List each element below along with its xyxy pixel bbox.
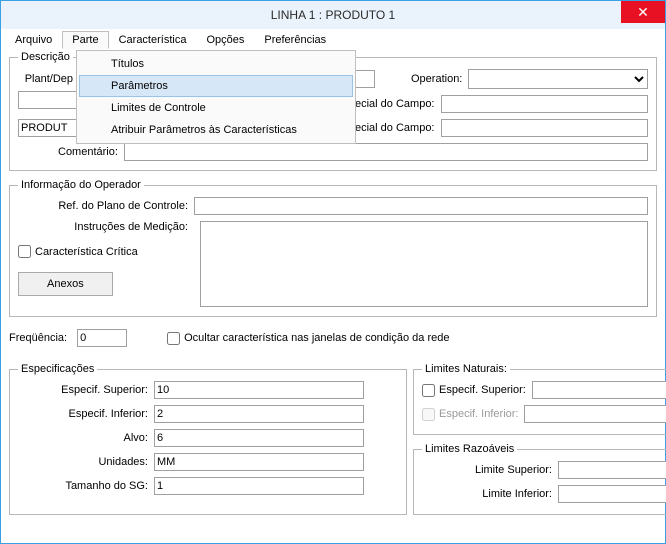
input-raz-inf[interactable] [558, 485, 666, 503]
close-button[interactable]: ✕ [621, 1, 665, 23]
legend-operador: Informação do Operador [18, 179, 144, 191]
label-critica: Característica Crítica [35, 246, 138, 258]
legend-razoaveis: Limites Razoáveis [422, 443, 517, 455]
input-especial1[interactable] [441, 95, 649, 113]
menubar: Arquivo Parte Característica Opções Pref… [1, 29, 665, 51]
label-frequencia: Freqüência: [9, 332, 67, 344]
input-tamanho-sg[interactable] [154, 477, 364, 495]
titlebar: LINHA 1 : PRODUTO 1 ✕ [1, 1, 665, 29]
label-nat-inf: Especif. Inferior: [439, 408, 518, 420]
label-operation: Operation: [411, 73, 462, 85]
input-especial2[interactable] [441, 119, 649, 137]
label-nat-sup: Especif. Superior: [439, 384, 526, 396]
input-comentario[interactable] [124, 143, 648, 161]
checkbox-nat-inf [422, 408, 435, 421]
menu-opcoes[interactable]: Opções [196, 31, 254, 49]
label-unidades: Unidades: [18, 456, 148, 468]
row-frequencia: Freqüência: Ocultar característica nas j… [9, 329, 657, 347]
menu-arquivo[interactable]: Arquivo [5, 31, 62, 49]
label-especial1: ecial do Campo: [355, 98, 435, 110]
fieldset-operador: Informação do Operador Ref. do Plano de … [9, 179, 657, 317]
legend-especificacoes: Especificações [18, 363, 97, 375]
input-espec-sup[interactable] [154, 381, 364, 399]
input-nat-sup[interactable] [532, 381, 666, 399]
label-comentario: Comentário: [58, 146, 118, 158]
label-instrucoes: Instruções de Medição: [18, 221, 188, 233]
label-especial2: ecial do Campo: [355, 122, 435, 134]
legend-descricao: Descrição [18, 51, 73, 63]
fieldset-limites-razoaveis: Limites Razoáveis Limite Superior: Limit… [413, 443, 666, 515]
menu-caracteristica[interactable]: Característica [109, 31, 197, 49]
textarea-instrucoes[interactable] [200, 221, 648, 307]
select-operation[interactable] [468, 69, 648, 89]
checkbox-critica[interactable] [18, 245, 31, 258]
button-anexos[interactable]: Anexos [18, 272, 113, 296]
dropdown-titulos[interactable]: Títulos [79, 53, 353, 75]
input-nat-inf [524, 405, 666, 423]
input-frequencia[interactable] [77, 329, 127, 347]
fieldset-especificacoes: Especificações Especif. Superior: Especi… [9, 363, 407, 515]
menu-parte-dropdown: Títulos Parâmetros Limites de Controle A… [76, 50, 356, 144]
menu-parte[interactable]: Parte [62, 31, 108, 49]
label-ocultar: Ocultar característica nas janelas de co… [184, 332, 449, 344]
menu-preferencias[interactable]: Preferências [254, 31, 336, 49]
input-raz-sup[interactable] [558, 461, 666, 479]
input-caracteristica[interactable] [18, 119, 78, 137]
window-title: LINHA 1 : PRODUTO 1 [271, 8, 395, 22]
fieldset-limites-naturais: Limites Naturais: Especif. Superior: Esp… [413, 363, 666, 435]
dropdown-parametros[interactable]: Parâmetros [79, 75, 353, 97]
input-unidades[interactable] [154, 453, 364, 471]
checkbox-ocultar[interactable] [167, 332, 180, 345]
label-ref-plano: Ref. do Plano de Controle: [18, 200, 188, 212]
input-espec-inf[interactable] [154, 405, 364, 423]
legend-naturais: Limites Naturais: [422, 363, 510, 375]
input-alvo[interactable] [154, 429, 364, 447]
application-window: LINHA 1 : PRODUTO 1 ✕ Arquivo Parte Cara… [0, 0, 666, 544]
label-tamanho-sg: Tamanho do SG: [18, 480, 148, 492]
close-icon: ✕ [637, 4, 649, 21]
input-ref-plano[interactable] [194, 197, 648, 215]
label-alvo: Alvo: [18, 432, 148, 444]
label-espec-sup: Especif. Superior: [18, 384, 148, 396]
label-plant-dept: Plant/Dep [18, 73, 73, 85]
label-raz-inf: Limite Inferior: [422, 488, 552, 500]
label-raz-sup: Limite Superior: [422, 464, 552, 476]
dropdown-atribuir[interactable]: Atribuir Parâmetros às Características [79, 119, 353, 141]
dropdown-limites[interactable]: Limites de Controle [79, 97, 353, 119]
checkbox-nat-sup[interactable] [422, 384, 435, 397]
label-espec-inf: Especif. Inferior: [18, 408, 148, 420]
